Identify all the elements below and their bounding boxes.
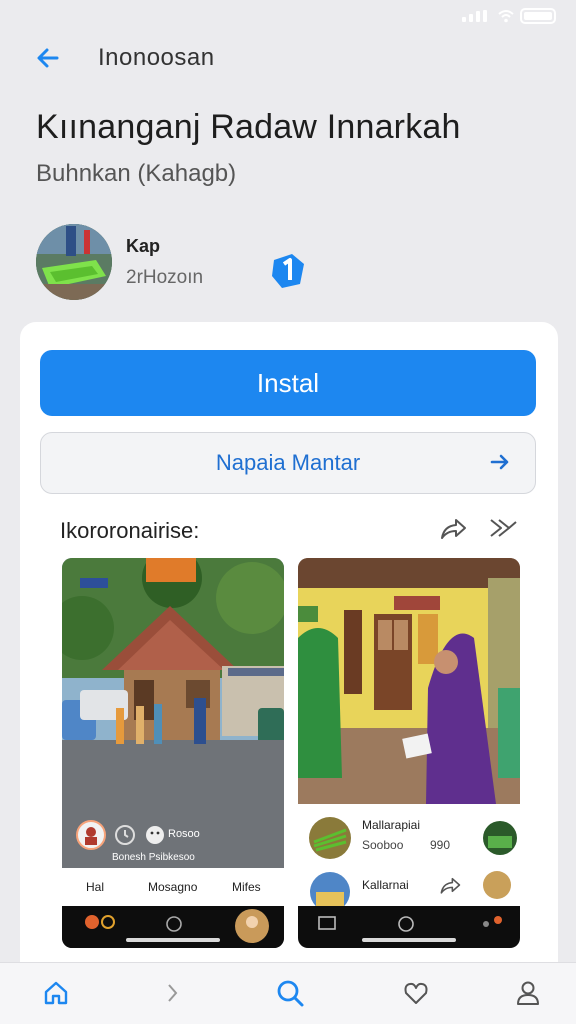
home-icon <box>44 981 68 1005</box>
search-icon <box>277 980 304 1007</box>
app-subtitle: Buhnkan (Kahagb) <box>36 160 237 187</box>
thumbnail <box>310 872 350 910</box>
emoji-icon <box>146 826 164 844</box>
arrow-left-icon <box>37 48 59 68</box>
nav-favorites[interactable] <box>400 977 432 1009</box>
screenshot-1[interactable]: Rosoo Bonesh Psibkesoo Hal Mosagno Mifes <box>62 558 284 948</box>
thumbnail <box>483 871 511 899</box>
compass-icon <box>166 916 182 932</box>
app-icon <box>36 224 112 300</box>
top-bar: Inonoosan <box>32 36 544 80</box>
back-button[interactable] <box>32 42 64 74</box>
tab-3[interactable]: Mifes <box>232 880 261 894</box>
heart-icon <box>404 982 428 1004</box>
page-title: Inonoosan <box>98 44 215 71</box>
chat-icon <box>398 916 414 932</box>
status-bar <box>462 8 556 24</box>
avatar <box>76 820 106 850</box>
nav-chevron[interactable] <box>156 977 188 1009</box>
stat-label: Rosoo <box>168 828 200 840</box>
screenshot-2[interactable]: Mallarapiai Sooboo 990 Kallarnai <box>298 558 520 948</box>
window-icon <box>318 916 336 930</box>
tab-2[interactable]: Mosagno <box>148 880 197 894</box>
secondary-button-label: Napaia Mantar <box>215 450 361 475</box>
item-list: Mallarapiai Sooboo 990 Kallarnai <box>298 804 520 910</box>
share-icon[interactable] <box>438 514 468 542</box>
tab-1[interactable]: Hal <box>86 880 104 894</box>
item-title-2[interactable]: Kallarnai <box>362 878 409 892</box>
arrow-right-icon <box>490 454 509 470</box>
more-icon <box>483 916 502 927</box>
home-indicator <box>362 938 456 942</box>
person-icon <box>517 981 539 1005</box>
app-title: Kıınanganj Radaw Innarkah <box>36 108 461 146</box>
stat-caption: Bonesh Psibkesoo <box>112 852 195 863</box>
item-count-1: 990 <box>430 838 451 852</box>
thumbnail <box>309 817 351 859</box>
app-card: Instal Napaia Mantar Ikororonairise: Ros… <box>20 322 558 982</box>
secondary-button[interactable]: Napaia Mantar <box>40 432 536 494</box>
timer-icon <box>115 825 135 845</box>
nav-home[interactable] <box>40 977 72 1009</box>
verified-badge-icon <box>272 254 304 288</box>
developer-name: Kap <box>126 235 161 256</box>
mini-nav-bar <box>62 906 284 948</box>
tab-strip: Hal Mosagno Mifes <box>62 868 284 906</box>
item-sub-1: Sooboo <box>362 838 404 852</box>
forward-icon[interactable] <box>488 514 518 542</box>
signal-icon <box>462 10 492 22</box>
install-button[interactable]: Instal <box>40 350 536 416</box>
share-icon[interactable] <box>438 874 462 896</box>
thumbnail <box>483 821 517 855</box>
app-detail-screen: Inonoosan Kıınanganj Radaw Innarkah Buhn… <box>0 0 576 1024</box>
wifi-icon <box>498 10 514 23</box>
house-scene-image <box>298 558 520 804</box>
chevron-right-icon <box>168 984 178 1002</box>
nav-search[interactable] <box>274 977 306 1009</box>
nav-profile[interactable] <box>512 977 544 1009</box>
screenshots-title: Ikororonairise: <box>60 518 200 543</box>
developer-meta: 2rHozoın <box>126 266 204 288</box>
logo-icon <box>85 915 115 929</box>
developer-row[interactable]: Kap 2rHozoın <box>36 224 203 300</box>
profile-thumb <box>235 909 269 943</box>
bottom-navigation <box>0 962 576 1024</box>
mini-nav-bar <box>298 906 520 948</box>
item-title-1[interactable]: Mallarapiai <box>362 818 420 832</box>
battery-icon <box>520 8 556 24</box>
home-indicator <box>126 938 220 942</box>
